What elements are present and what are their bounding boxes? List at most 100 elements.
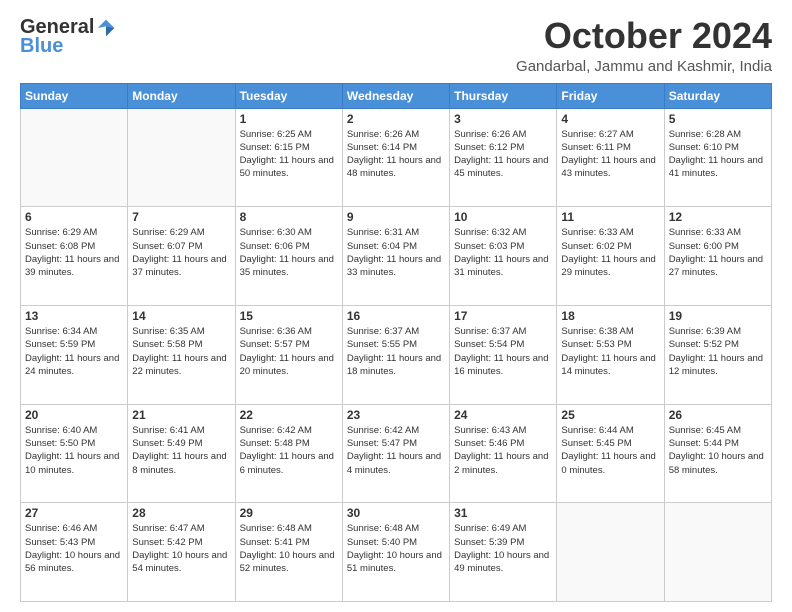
day-number: 9	[347, 210, 445, 224]
day-info: Sunrise: 6:26 AM Sunset: 6:12 PM Dayligh…	[454, 128, 552, 181]
day-info: Sunrise: 6:31 AM Sunset: 6:04 PM Dayligh…	[347, 226, 445, 279]
day-number: 6	[25, 210, 123, 224]
day-number: 31	[454, 506, 552, 520]
table-row: 18Sunrise: 6:38 AM Sunset: 5:53 PM Dayli…	[557, 305, 664, 404]
table-row: 11 Sunrise: 6:33 AM Sunset: 6:02 PM Dayli…	[557, 207, 664, 306]
table-row: 8 Sunrise: 6:30 AM Sunset: 6:06 PM Daylig…	[235, 207, 342, 306]
day-info: Sunrise: 6:37 AM Sunset: 5:55 PM Dayligh…	[347, 325, 445, 378]
table-row: 9 Sunrise: 6:31 AM Sunset: 6:04 PM Daylig…	[342, 207, 449, 306]
col-saturday: Saturday	[664, 83, 771, 108]
day-info: Sunrise: 6:27 AM Sunset: 6:11 PM Dayligh…	[561, 128, 659, 181]
table-row: 25 Sunrise: 6:44 AM Sunset: 5:45 PM Dayli…	[557, 404, 664, 503]
table-row: 21 Sunrise: 6:41 AM Sunset: 5:49 PM Dayli…	[128, 404, 235, 503]
table-row: 23Sunrise: 6:42 AM Sunset: 5:47 PM Dayli…	[342, 404, 449, 503]
day-info: Sunrise: 6:30 AM Sunset: 6:06 PM Dayligh…	[240, 226, 338, 279]
table-row: 15 Sunrise: 6:36 AM Sunset: 5:57 PM Dayli…	[235, 305, 342, 404]
col-thursday: Thursday	[450, 83, 557, 108]
calendar-week-row: 20 Sunrise: 6:40 AM Sunset: 5:50 PM Dayli…	[21, 404, 772, 503]
calendar-week-row: 27 Sunrise: 6:46 AM Sunset: 5:43 PM Dayli…	[21, 503, 772, 602]
day-info: Sunrise: 6:47 AM Sunset: 5:42 PM Dayligh…	[132, 522, 230, 575]
day-number: 20	[25, 408, 123, 422]
table-row: 2 Sunrise: 6:26 AM Sunset: 6:14 PM Daylig…	[342, 108, 449, 207]
table-row	[128, 108, 235, 207]
table-row: 13Sunrise: 6:34 AM Sunset: 5:59 PM Dayli…	[21, 305, 128, 404]
day-number: 3	[454, 112, 552, 126]
table-row: 24Sunrise: 6:43 AM Sunset: 5:46 PM Dayli…	[450, 404, 557, 503]
day-number: 28	[132, 506, 230, 520]
day-info: Sunrise: 6:33 AM Sunset: 6:00 PM Dayligh…	[669, 226, 767, 279]
day-number: 27	[25, 506, 123, 520]
day-info: Sunrise: 6:33 AM Sunset: 6:02 PM Dayligh…	[561, 226, 659, 279]
day-number: 12	[669, 210, 767, 224]
day-number: 26	[669, 408, 767, 422]
month-title: October 2024	[516, 16, 772, 56]
table-row: 14 Sunrise: 6:35 AM Sunset: 5:58 PM Dayli…	[128, 305, 235, 404]
day-number: 29	[240, 506, 338, 520]
table-row: 1 Sunrise: 6:25 AM Sunset: 6:15 PM Daylig…	[235, 108, 342, 207]
day-number: 17	[454, 309, 552, 323]
table-row: 30Sunrise: 6:48 AM Sunset: 5:40 PM Dayli…	[342, 503, 449, 602]
day-info: Sunrise: 6:45 AM Sunset: 5:44 PM Dayligh…	[669, 424, 767, 477]
day-number: 23	[347, 408, 445, 422]
day-number: 14	[132, 309, 230, 323]
day-info: Sunrise: 6:29 AM Sunset: 6:08 PM Dayligh…	[25, 226, 123, 279]
table-row: 6 Sunrise: 6:29 AM Sunset: 6:08 PM Daylig…	[21, 207, 128, 306]
day-info: Sunrise: 6:36 AM Sunset: 5:57 PM Dayligh…	[240, 325, 338, 378]
col-wednesday: Wednesday	[342, 83, 449, 108]
table-row: 27 Sunrise: 6:46 AM Sunset: 5:43 PM Dayli…	[21, 503, 128, 602]
calendar-week-row: 13Sunrise: 6:34 AM Sunset: 5:59 PM Dayli…	[21, 305, 772, 404]
day-number: 5	[669, 112, 767, 126]
day-info: Sunrise: 6:41 AM Sunset: 5:49 PM Dayligh…	[132, 424, 230, 477]
table-row: 3 Sunrise: 6:26 AM Sunset: 6:12 PM Daylig…	[450, 108, 557, 207]
day-number: 8	[240, 210, 338, 224]
col-monday: Monday	[128, 83, 235, 108]
day-number: 19	[669, 309, 767, 323]
day-number: 2	[347, 112, 445, 126]
logo-blue: Blue	[20, 35, 63, 58]
day-info: Sunrise: 6:37 AM Sunset: 5:54 PM Dayligh…	[454, 325, 552, 378]
table-row: 20 Sunrise: 6:40 AM Sunset: 5:50 PM Dayli…	[21, 404, 128, 503]
day-info: Sunrise: 6:26 AM Sunset: 6:14 PM Dayligh…	[347, 128, 445, 181]
table-row: 17 Sunrise: 6:37 AM Sunset: 5:54 PM Dayli…	[450, 305, 557, 404]
day-number: 7	[132, 210, 230, 224]
day-number: 1	[240, 112, 338, 126]
day-number: 22	[240, 408, 338, 422]
page-header: General Blue October 2024 Gandarbal, Jam…	[20, 16, 772, 75]
table-row: 31 Sunrise: 6:49 AM Sunset: 5:39 PM Dayli…	[450, 503, 557, 602]
col-sunday: Sunday	[21, 83, 128, 108]
day-info: Sunrise: 6:48 AM Sunset: 5:41 PM Dayligh…	[240, 522, 338, 575]
day-info: Sunrise: 6:34 AM Sunset: 5:59 PM Dayligh…	[25, 325, 123, 378]
day-number: 11	[561, 210, 659, 224]
table-row: 22 Sunrise: 6:42 AM Sunset: 5:48 PM Dayli…	[235, 404, 342, 503]
logo-icon	[96, 18, 116, 38]
table-row: 26 Sunrise: 6:45 AM Sunset: 5:44 PM Dayli…	[664, 404, 771, 503]
day-info: Sunrise: 6:46 AM Sunset: 5:43 PM Dayligh…	[25, 522, 123, 575]
logo: General Blue	[20, 16, 116, 58]
day-info: Sunrise: 6:40 AM Sunset: 5:50 PM Dayligh…	[25, 424, 123, 477]
location: Gandarbal, Jammu and Kashmir, India	[516, 58, 772, 75]
day-info: Sunrise: 6:48 AM Sunset: 5:40 PM Dayligh…	[347, 522, 445, 575]
day-number: 21	[132, 408, 230, 422]
day-number: 24	[454, 408, 552, 422]
table-row	[664, 503, 771, 602]
day-info: Sunrise: 6:42 AM Sunset: 5:48 PM Dayligh…	[240, 424, 338, 477]
day-number: 16	[347, 309, 445, 323]
table-row: 12 Sunrise: 6:33 AM Sunset: 6:00 PM Dayli…	[664, 207, 771, 306]
calendar-table: Sunday Monday Tuesday Wednesday Thursday…	[20, 83, 772, 602]
day-info: Sunrise: 6:49 AM Sunset: 5:39 PM Dayligh…	[454, 522, 552, 575]
table-row: 29 Sunrise: 6:48 AM Sunset: 5:41 PM Dayli…	[235, 503, 342, 602]
table-row: 28 Sunrise: 6:47 AM Sunset: 5:42 PM Dayli…	[128, 503, 235, 602]
day-number: 25	[561, 408, 659, 422]
table-row: 16 Sunrise: 6:37 AM Sunset: 5:55 PM Dayli…	[342, 305, 449, 404]
day-info: Sunrise: 6:32 AM Sunset: 6:03 PM Dayligh…	[454, 226, 552, 279]
table-row: 19 Sunrise: 6:39 AM Sunset: 5:52 PM Dayli…	[664, 305, 771, 404]
day-info: Sunrise: 6:44 AM Sunset: 5:45 PM Dayligh…	[561, 424, 659, 477]
table-row: 7 Sunrise: 6:29 AM Sunset: 6:07 PM Daylig…	[128, 207, 235, 306]
day-info: Sunrise: 6:39 AM Sunset: 5:52 PM Dayligh…	[669, 325, 767, 378]
day-number: 15	[240, 309, 338, 323]
day-info: Sunrise: 6:28 AM Sunset: 6:10 PM Dayligh…	[669, 128, 767, 181]
day-info: Sunrise: 6:29 AM Sunset: 6:07 PM Dayligh…	[132, 226, 230, 279]
day-number: 4	[561, 112, 659, 126]
day-info: Sunrise: 6:35 AM Sunset: 5:58 PM Dayligh…	[132, 325, 230, 378]
day-info: Sunrise: 6:25 AM Sunset: 6:15 PM Dayligh…	[240, 128, 338, 181]
